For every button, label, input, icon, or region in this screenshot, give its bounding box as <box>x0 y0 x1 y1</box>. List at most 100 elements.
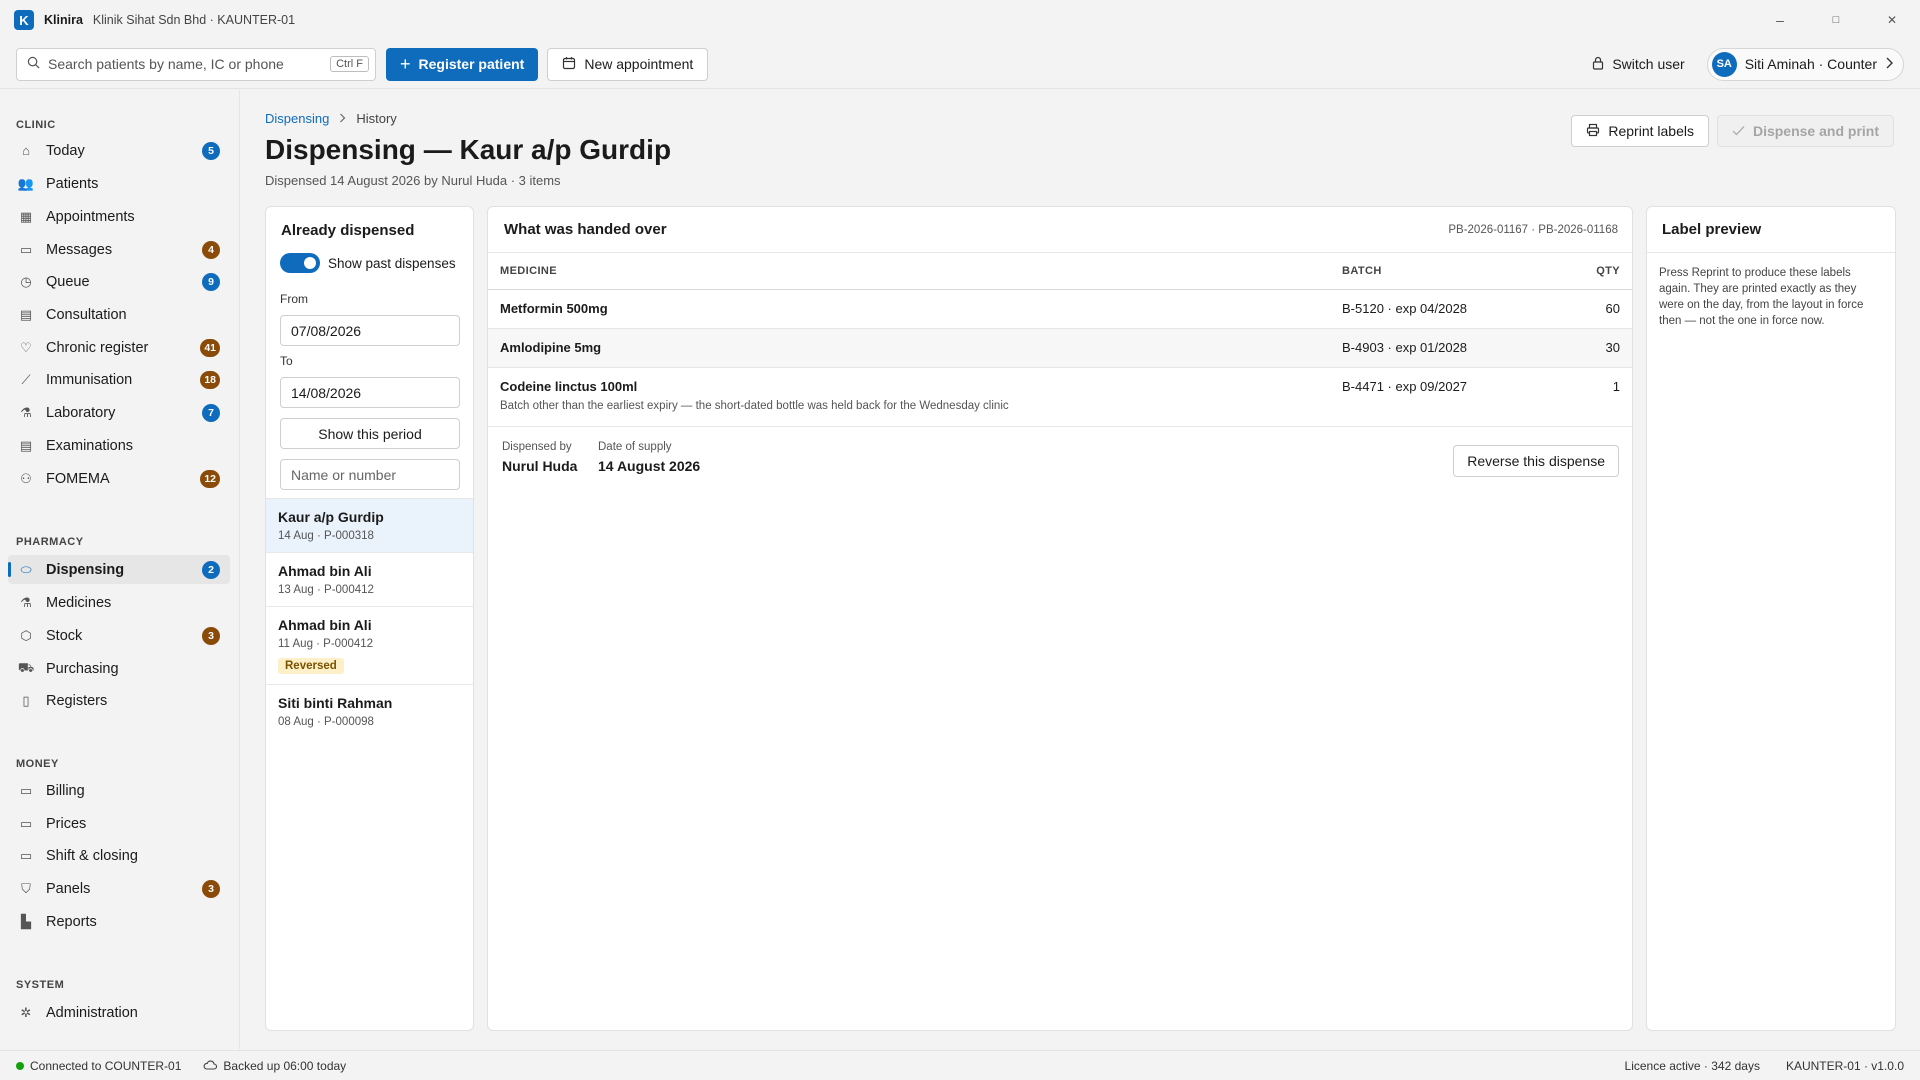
sidebar-item-panels[interactable]: ⛉ Panels 3 <box>8 874 230 903</box>
heart-icon: ♡ <box>20 339 32 355</box>
sidebar-item-administration[interactable]: ✲ Administration <box>8 998 230 1027</box>
status-bar: Connected to COUNTER-01 Backed up 06:00 … <box>0 1050 1920 1080</box>
sidebar-item-fomema[interactable]: ⚇ FOMEMA 12 <box>8 464 230 493</box>
list-item[interactable]: Kaur a/p Gurdip 14 Aug · P-000318 <box>266 499 473 553</box>
cart-icon: ⛟ <box>17 659 35 675</box>
register-patient-button[interactable]: + Register patient <box>386 47 539 81</box>
reprint-labels-button[interactable]: Reprint labels <box>1571 115 1709 147</box>
cash-drawer-icon: ▭ <box>19 847 33 863</box>
breadcrumb-dispensing[interactable]: Dispensing <box>265 111 329 126</box>
show-this-period-button[interactable]: Show this period <box>280 418 460 449</box>
qty-cell: 30 <box>1572 328 1632 368</box>
sidebar-item-reports[interactable]: ▙ Reports <box>8 907 230 936</box>
version-info: KAUNTER-01 · v1.0.0 <box>1785 1058 1904 1073</box>
date-of-supply-value: 14 August 2026 <box>598 457 701 474</box>
to-label: To <box>280 354 293 368</box>
avatar: SA <box>1711 51 1737 77</box>
document-icon: ▤ <box>19 306 33 322</box>
sidebar-item-registers[interactable]: ▯ Registers <box>8 686 230 715</box>
count-badge: 5 <box>202 142 220 160</box>
sidebar: CLINIC PHARMACY MONEY SYSTEM ⌂ Today 5 👥 Pat… <box>0 90 240 1049</box>
switch-user-button[interactable]: Switch user <box>1592 56 1685 73</box>
chevron-right-icon <box>339 112 346 126</box>
sidebar-item-medicines[interactable]: ⚗ Medicines <box>8 588 230 617</box>
chevron-right-icon <box>1885 56 1893 72</box>
sidebar-item-label: Medicines <box>46 594 112 611</box>
history-meta: 14 Aug · P-000318 <box>278 530 374 542</box>
sidebar-item-patients[interactable]: 👥 Patients <box>8 169 230 198</box>
handover-table: MEDICINE BATCH QTY Metformin 500mg B-512… <box>488 253 1632 427</box>
list-item[interactable]: Ahmad bin Ali 13 Aug · P-000412 <box>266 553 473 607</box>
sidebar-item-label: Messages <box>46 241 113 258</box>
clock-icon: ◷ <box>20 273 32 289</box>
to-date-input[interactable] <box>280 377 460 408</box>
sidebar-item-label: Immunisation <box>46 371 133 388</box>
from-date-input[interactable] <box>280 315 460 346</box>
sidebar-item-billing[interactable]: ▭ Billing <box>8 776 230 805</box>
calendar-icon: ▦ <box>19 208 33 224</box>
count-badge: 4 <box>202 241 220 259</box>
search-box[interactable]: Ctrl F <box>16 47 376 81</box>
history-patient-name: Ahmad bin Ali <box>278 617 372 633</box>
batch-cell: B-4903 · exp 01/2028 <box>1342 328 1572 368</box>
reversed-badge: Reversed <box>278 658 344 674</box>
list-item[interactable]: Ahmad bin Ali 11 Aug · P-000412 Reversed <box>266 607 473 685</box>
label-preview-panel: Label preview Press Reprint to produce t… <box>1646 206 1896 1031</box>
page-subtitle: Dispensed 14 August 2026 by Nurul Huda ·… <box>265 173 561 188</box>
gear-icon: ✲ <box>20 1004 32 1020</box>
search-shortcut: Ctrl F <box>330 56 369 72</box>
syringe-icon: ⟋ <box>21 371 31 387</box>
count-badge: 3 <box>202 627 220 645</box>
book-icon: ▯ <box>22 692 30 708</box>
box-icon: ⬡ <box>20 627 32 643</box>
sidebar-item-queue[interactable]: ◷ Queue 9 <box>8 267 230 296</box>
sidebar-item-immunisation[interactable]: ⟋ Immunisation 18 <box>8 365 230 394</box>
bar-chart-icon: ▙ <box>21 913 31 929</box>
sidebar-item-prices[interactable]: ▭ Prices <box>8 809 230 838</box>
section-clinic: CLINIC <box>16 119 56 131</box>
sidebar-item-messages[interactable]: ▭ Messages 4 <box>8 235 230 264</box>
sidebar-item-stock[interactable]: ⬡ Stock 3 <box>8 621 230 650</box>
sidebar-item-purchasing[interactable]: ⛟ Purchasing <box>8 654 230 683</box>
from-label: From <box>280 292 308 306</box>
sidebar-item-label: Administration <box>46 1004 138 1021</box>
sidebar-item-label: Laboratory <box>46 404 116 421</box>
new-appointment-button[interactable]: New appointment <box>547 47 709 81</box>
sidebar-item-today[interactable]: ⌂ Today 5 <box>8 136 230 165</box>
count-badge: 12 <box>200 470 220 488</box>
dispense-and-print-button[interactable]: Dispense and print <box>1716 115 1894 147</box>
dispense-summary: Dispensed by Nurul Huda Date of supply 1… <box>488 427 1632 485</box>
sidebar-item-dispensing[interactable]: ⬭ Dispensing 2 <box>8 555 230 584</box>
sidebar-item-appointments[interactable]: ▦ Appointments <box>8 202 230 231</box>
sidebar-item-chronic-register[interactable]: ♡ Chronic register 41 <box>8 333 230 362</box>
reverse-dispense-button[interactable]: Reverse this dispense <box>1453 444 1619 477</box>
show-past-dispenses-toggle[interactable] <box>280 253 320 273</box>
breadcrumb-history: History <box>356 111 397 126</box>
name-or-number-input[interactable] <box>280 459 460 490</box>
history-meta: 11 Aug · P-000412 <box>278 638 374 650</box>
sidebar-item-shift-closing[interactable]: ▭ Shift & closing <box>8 841 230 870</box>
lock-icon <box>1592 56 1604 73</box>
history-meta: 08 Aug · P-000098 <box>278 716 374 728</box>
sidebar-item-consultation[interactable]: ▤ Consultation <box>8 300 230 329</box>
sidebar-item-laboratory[interactable]: ⚗ Laboratory 7 <box>8 398 230 427</box>
prescription-refs: PB-2026-01167 · PB-2026-01168 <box>1448 223 1618 236</box>
list-item[interactable]: Siti binti Rahman 08 Aug · P-000098 <box>266 685 473 738</box>
medicine-name: Amlodipine 5mg <box>500 339 602 355</box>
people-icon: 👥 <box>17 175 35 191</box>
user-menu[interactable]: SA Siti Aminah · Counter <box>1706 47 1904 81</box>
switch-user-label: Switch user <box>1612 56 1685 72</box>
shield-icon: ⛉ <box>21 880 31 896</box>
handover-panel: What was handed over PB-2026-01167 · PB-… <box>487 206 1633 1031</box>
search-input[interactable] <box>48 56 331 72</box>
connection-status-icon <box>16 1061 24 1070</box>
close-button[interactable]: ✕ <box>1864 0 1920 40</box>
batch-cell: B-4471 · exp 09/2027 <box>1342 367 1572 427</box>
register-patient-label: Register patient <box>418 56 525 72</box>
sidebar-item-label: Today <box>46 142 85 159</box>
date-of-supply-label: Date of supply <box>598 440 672 453</box>
toolbar: Ctrl F + Register patient New appointmen… <box>0 40 1920 89</box>
sidebar-item-examinations[interactable]: ▤ Examinations <box>8 431 230 460</box>
minimize-button[interactable]: – <box>1752 0 1808 40</box>
maximize-button[interactable]: □ <box>1808 0 1864 40</box>
